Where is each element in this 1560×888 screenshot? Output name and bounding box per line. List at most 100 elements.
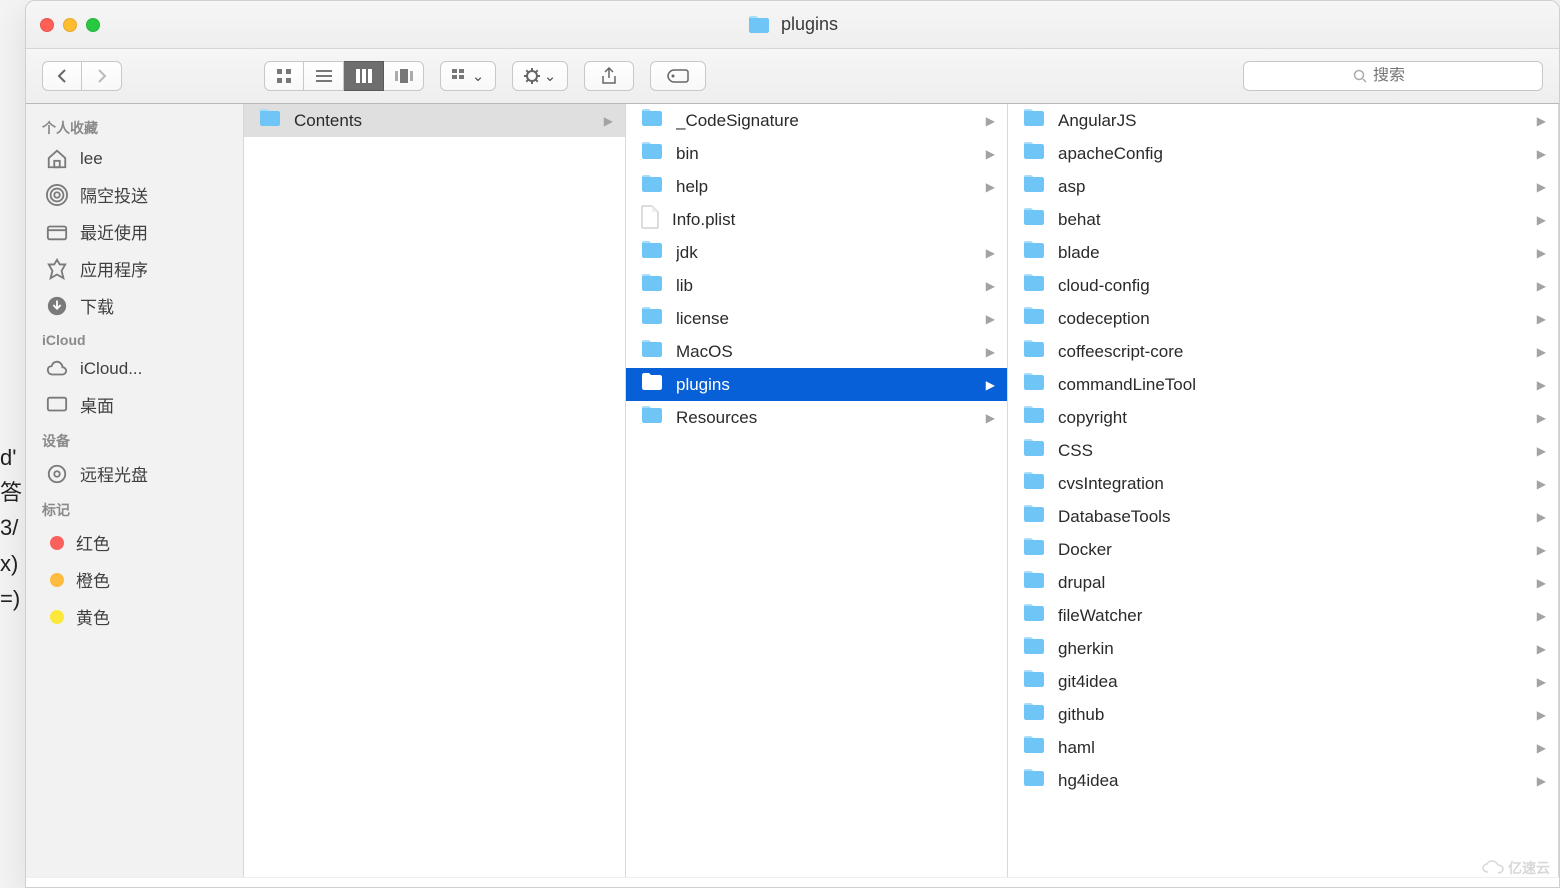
folder-icon [640,108,664,133]
sidebar-item[interactable]: lee [32,142,237,176]
column[interactable]: Contents▶ [244,104,626,877]
sidebar-item-label: 远程光盘 [80,461,148,486]
bottom-scrollbar[interactable] [26,877,1559,887]
folder-row[interactable]: bin▶ [626,137,1007,170]
folder-row[interactable]: gherkin▶ [1008,632,1558,665]
gallery-view-button[interactable] [384,61,424,91]
folder-icon [1022,174,1046,199]
folder-row[interactable]: lib▶ [626,269,1007,302]
chevron-right-icon: ▶ [1537,609,1546,623]
column[interactable]: AngularJS▶apacheConfig▶asp▶behat▶blade▶c… [1008,104,1559,877]
icon-view-button[interactable] [264,61,304,91]
window-title-text: plugins [781,14,838,35]
sidebar[interactable]: 个人收藏lee隔空投送最近使用应用程序下载iCloudiCloud...桌面设备… [26,104,244,877]
column[interactable]: _CodeSignature▶bin▶help▶Info.plistjdk▶li… [626,104,1008,877]
sidebar-item-label: lee [80,149,103,169]
folder-row[interactable]: github▶ [1008,698,1558,731]
sidebar-item[interactable]: 远程光盘 [32,455,237,492]
list-view-button[interactable] [304,61,344,91]
sidebar-item[interactable]: 应用程序 [32,250,237,287]
file-icon [640,205,660,234]
back-button[interactable] [42,61,82,91]
item-name: github [1058,705,1525,725]
folder-row[interactable]: CSS▶ [1008,434,1558,467]
folder-row[interactable]: Contents▶ [244,104,625,137]
chevron-right-icon: ▶ [986,180,995,194]
item-name: cloud-config [1058,276,1525,296]
titlebar[interactable]: plugins [26,1,1559,49]
sidebar-item[interactable]: 橙色 [32,561,237,598]
sidebar-item[interactable]: 桌面 [32,386,237,423]
folder-icon [640,174,664,199]
search-input[interactable] [1373,67,1433,85]
sidebar-item[interactable]: 最近使用 [32,213,237,250]
folder-row[interactable]: codeception▶ [1008,302,1558,335]
folder-row[interactable]: hg4idea▶ [1008,764,1558,797]
column-view-button[interactable] [344,61,384,91]
chevron-right-icon: ▶ [986,312,995,326]
folder-row[interactable]: jdk▶ [626,236,1007,269]
folder-row[interactable]: haml▶ [1008,731,1558,764]
chevron-right-icon: ▶ [1537,675,1546,689]
folder-icon [1022,273,1046,298]
close-button[interactable] [40,18,54,32]
folder-row[interactable]: DatabaseTools▶ [1008,500,1558,533]
sidebar-item[interactable]: 红色 [32,524,237,561]
folder-row[interactable]: license▶ [626,302,1007,335]
arrange-button[interactable]: ⌄ [440,61,496,91]
item-name: coffeescript-core [1058,342,1525,362]
chevron-right-icon: ▶ [1537,741,1546,755]
sidebar-item[interactable]: 隔空投送 [32,176,237,213]
sidebar-item[interactable]: 黄色 [32,598,237,635]
folder-row[interactable]: drupal ▶ [1008,566,1558,599]
folder-row[interactable]: Resources▶ [626,401,1007,434]
folder-row[interactable]: asp▶ [1008,170,1558,203]
folder-icon [1022,141,1046,166]
sidebar-item[interactable]: 下载 [32,287,237,324]
folder-row[interactable]: fileWatcher▶ [1008,599,1558,632]
folder-icon [1022,504,1046,529]
search-field[interactable] [1243,61,1543,91]
folder-row[interactable]: MacOS▶ [626,335,1007,368]
folder-icon [1022,669,1046,694]
action-button[interactable]: ⌄ [512,61,568,91]
chevron-right-icon: ▶ [1537,213,1546,227]
folder-row[interactable]: git4idea▶ [1008,665,1558,698]
folder-row[interactable]: copyright▶ [1008,401,1558,434]
folder-row[interactable]: commandLineTool▶ [1008,368,1558,401]
folder-row[interactable]: cvsIntegration▶ [1008,467,1558,500]
chevron-right-icon: ▶ [1537,642,1546,656]
minimize-button[interactable] [63,18,77,32]
folder-row[interactable]: AngularJS▶ [1008,104,1558,137]
folder-icon [258,108,282,133]
sidebar-item-label: 隔空投送 [80,182,148,207]
folder-icon [1022,537,1046,562]
sidebar-item-label: 黄色 [76,604,110,629]
sidebar-item[interactable]: iCloud... [32,352,237,386]
folder-row[interactable]: help▶ [626,170,1007,203]
item-name: drupal [1058,573,1525,593]
share-button[interactable] [584,61,634,91]
chevron-right-icon: ▶ [1537,576,1546,590]
item-name: lib [676,276,974,296]
forward-button[interactable] [82,61,122,91]
sidebar-item-label: 桌面 [80,392,114,417]
item-name: cvsIntegration [1058,474,1525,494]
folder-row[interactable]: _CodeSignature▶ [626,104,1007,137]
folder-row[interactable]: coffeescript-core▶ [1008,335,1558,368]
folder-row[interactable]: cloud-config▶ [1008,269,1558,302]
item-name: asp [1058,177,1525,197]
maximize-button[interactable] [86,18,100,32]
folder-row[interactable]: apacheConfig▶ [1008,137,1558,170]
folder-row[interactable]: blade▶ [1008,236,1558,269]
tags-button[interactable] [650,61,706,91]
folder-icon [1022,207,1046,232]
chevron-right-icon: ▶ [1537,444,1546,458]
folder-row[interactable]: Docker▶ [1008,533,1558,566]
folder-icon [640,273,664,298]
folder-row[interactable]: plugins▶ [626,368,1007,401]
chevron-right-icon: ▶ [986,114,995,128]
file-row[interactable]: Info.plist [626,203,1007,236]
folder-row[interactable]: behat▶ [1008,203,1558,236]
sidebar-item-label: iCloud... [80,359,142,379]
